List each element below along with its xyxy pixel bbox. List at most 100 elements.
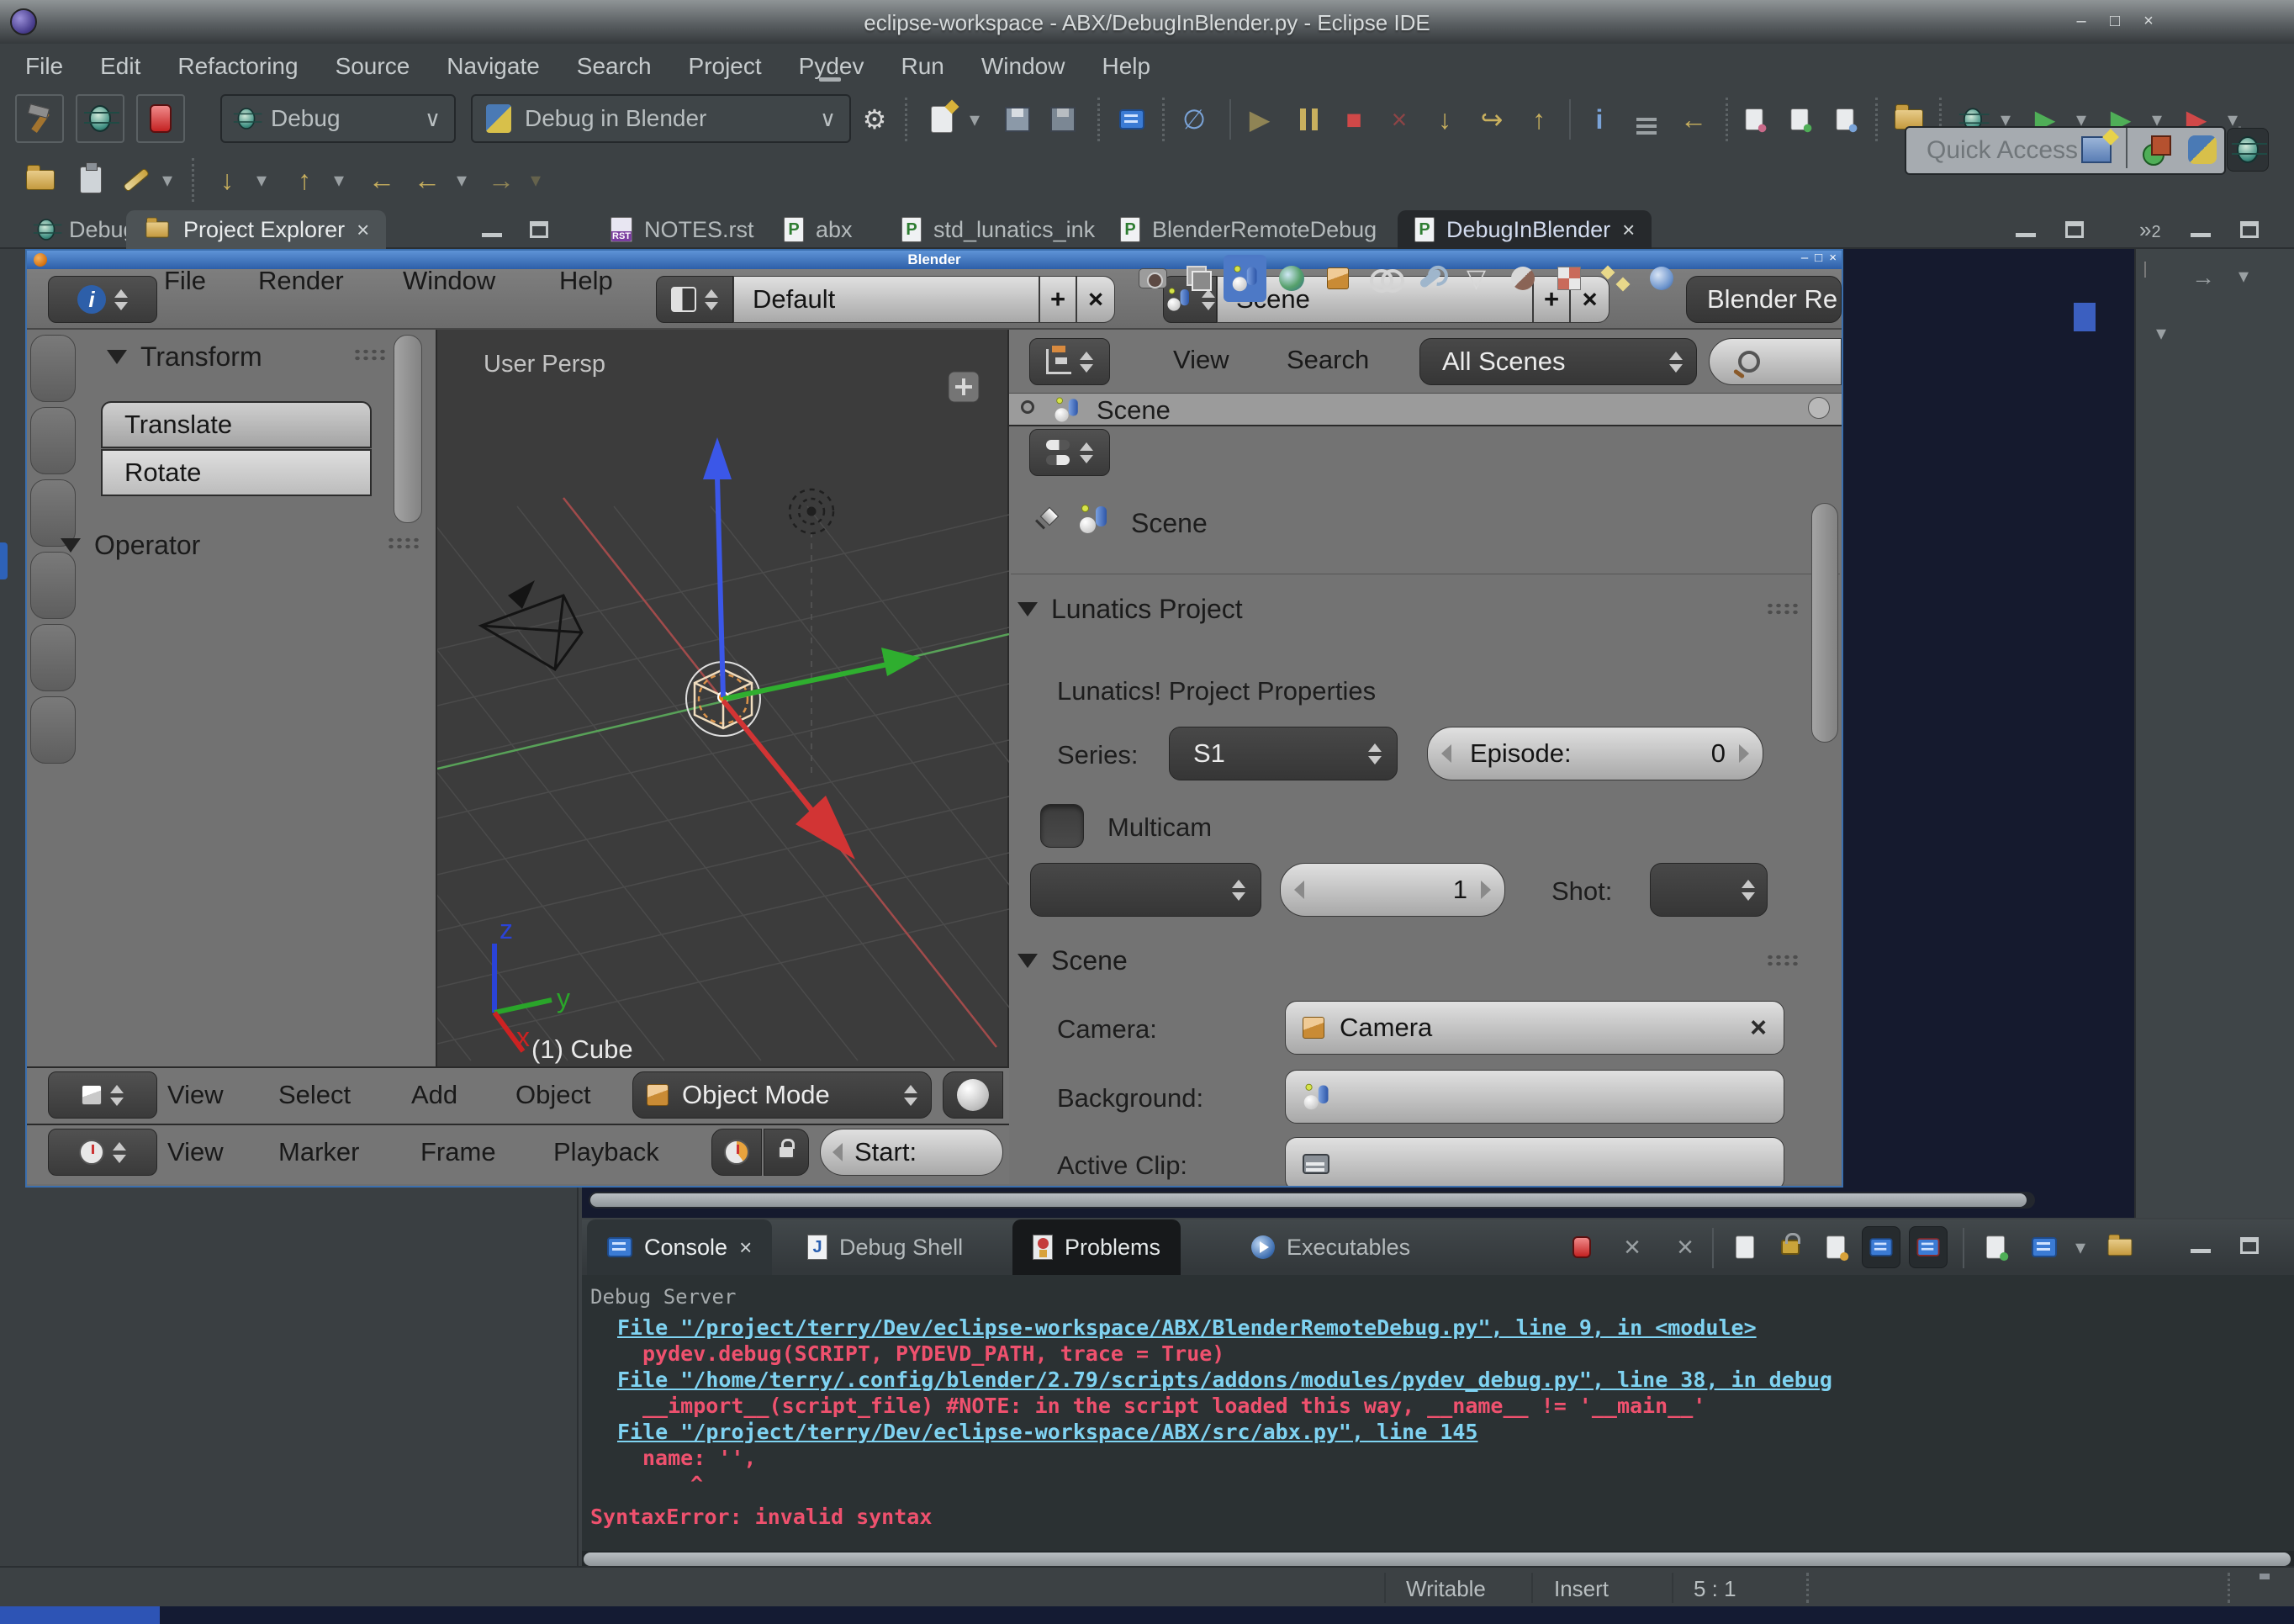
add-layout-button[interactable]: + (1039, 276, 1076, 323)
open-folder-console-button[interactable] (2101, 1226, 2139, 1268)
shelf-tab[interactable] (30, 407, 76, 474)
editor-horizontal-scrollbar[interactable] (589, 1192, 2035, 1209)
outliner-item-scene[interactable]: Scene (1097, 395, 1171, 425)
editor-type-selector[interactable]: i (48, 276, 157, 323)
rotate-button[interactable]: Rotate (101, 449, 372, 496)
collapse-icon[interactable] (1021, 400, 1034, 414)
terminate-button[interactable] (136, 94, 185, 143)
gear-icon[interactable]: ⚙ (854, 98, 895, 141)
timeline-menu-playback[interactable]: Playback (553, 1137, 659, 1167)
open-console-button[interactable] (1112, 98, 1152, 141)
multicam-checkbox[interactable] (1040, 804, 1084, 848)
shelf-tab[interactable] (30, 335, 76, 402)
tab-texture[interactable] (1547, 255, 1590, 302)
open-perspective-button[interactable] (2075, 128, 2117, 172)
block-number-field[interactable]: 1 (1280, 863, 1505, 917)
lock-time-cursor-toggle[interactable] (764, 1129, 809, 1176)
tab-std-lunatics-ink[interactable]: P std_lunatics_ink (885, 210, 1112, 249)
open-console-button[interactable] (2025, 1226, 2064, 1268)
show-frames-button[interactable] (1626, 98, 1667, 141)
timeline-menu-marker[interactable]: Marker (278, 1137, 359, 1167)
tab-physics[interactable] (1640, 255, 1683, 302)
camera-object[interactable] (481, 580, 582, 669)
outliner-display-filter[interactable]: All Scenes (1419, 338, 1697, 385)
maximize-right-pane-button[interactable] (2235, 217, 2264, 242)
step-filter-2-button[interactable] (1779, 98, 1820, 141)
tab-problems[interactable]: Problems (1012, 1219, 1181, 1275)
menu-window[interactable]: Window (963, 53, 1084, 80)
render-engine-selector[interactable]: Blender Re (1686, 276, 1842, 323)
decrement-arrow-icon[interactable] (1441, 744, 1451, 763)
shelf-tab[interactable] (30, 552, 76, 619)
tab-notes-rst[interactable]: RST NOTES.rst (594, 210, 771, 249)
viewport-shading-selector[interactable] (943, 1071, 1003, 1119)
tab-debug-in-blender[interactable]: P DebugInBlender × (1398, 210, 1652, 249)
outliner-search-field[interactable] (1709, 338, 1842, 385)
camera-field[interactable]: Camera × (1285, 1001, 1784, 1055)
lunatics-project-panel-header[interactable]: Lunatics Project (1018, 594, 1243, 625)
viewport-menu-view[interactable]: View (167, 1080, 224, 1110)
tab-blender-remote-debug[interactable]: P BlenderRemoteDebug (1103, 210, 1393, 249)
close-icon[interactable]: × (357, 217, 369, 243)
viewport-menu-select[interactable]: Select (278, 1080, 351, 1110)
skip-all-breakpoints-button[interactable]: ∅ (1174, 98, 1214, 141)
tab-executables[interactable]: Executables (1231, 1219, 1430, 1275)
close-window-button[interactable]: × (1829, 251, 1837, 265)
scrollbar-thumb[interactable] (590, 1193, 2027, 1207)
scrollbar-thumb[interactable] (584, 1553, 2291, 1566)
tab-debug-shell[interactable]: J Debug Shell (787, 1219, 983, 1275)
blender-menu-help[interactable]: Help (559, 266, 613, 296)
launch-configuration-combo[interactable]: Debug in Blender ∨ (471, 94, 851, 143)
properties-scrollbar[interactable] (1811, 503, 1838, 743)
tab-scene[interactable] (1224, 255, 1266, 302)
menu-run[interactable]: Run (883, 53, 963, 80)
minimize-console-button[interactable] (2186, 1233, 2215, 1258)
tab-project-explorer[interactable]: Project Explorer × (126, 210, 386, 249)
interaction-mode-selector[interactable]: Object Mode (632, 1071, 932, 1119)
mark-occurrences-button[interactable] (116, 158, 156, 202)
panel-drag-dots[interactable] (353, 348, 388, 362)
menu-project[interactable]: Project (670, 53, 780, 80)
outliner-editor-selector[interactable] (1029, 338, 1110, 385)
minimize-window-button[interactable]: – (1801, 251, 1808, 265)
back-button[interactable]: ← (407, 158, 447, 202)
step-filter-1-button[interactable] (1734, 98, 1774, 141)
panel-drag-dots[interactable] (1766, 602, 1801, 616)
layout-name-field[interactable]: Default (733, 276, 1039, 323)
back-dropdown[interactable]: ▾ (451, 158, 473, 202)
sort-button[interactable]: → (2191, 264, 2215, 291)
menu-source[interactable]: Source (317, 53, 429, 80)
traceback-link[interactable]: File "/project/terry/Dev/eclipse-workspa… (590, 1315, 1832, 1341)
console-horizontal-scrollbar[interactable] (582, 1551, 2294, 1566)
current-frame-toggle[interactable] (711, 1129, 762, 1176)
step-return-button[interactable]: ↑ (1519, 98, 1559, 141)
step-into-button[interactable]: ↓ (1424, 98, 1465, 141)
close-window-button[interactable]: × (2138, 12, 2159, 30)
blender-menu-window[interactable]: Window (403, 266, 495, 296)
maximize-window-button[interactable]: □ (2104, 12, 2126, 30)
background-field[interactable] (1285, 1070, 1784, 1124)
next-annotation-button[interactable]: ↓ (207, 158, 247, 202)
menu-refactoring[interactable]: Refactoring (159, 53, 316, 80)
active-clip-field[interactable] (1285, 1137, 1784, 1188)
menu-help[interactable]: Help (1083, 53, 1169, 80)
view-menu-button[interactable]: ▾ (2238, 264, 2249, 288)
pin-icon[interactable] (1033, 508, 1058, 533)
region-expand-button[interactable] (949, 372, 979, 402)
new-wizard-button[interactable] (922, 98, 962, 141)
clear-camera-button[interactable]: × (1750, 1012, 1767, 1045)
terminate-debug-button[interactable]: ■ (1334, 98, 1374, 141)
paste-button[interactable] (71, 158, 111, 202)
tab-material[interactable] (1501, 255, 1544, 302)
stacked-editors-indicator[interactable]: »2 (2139, 217, 2161, 243)
transform-manipulator[interactable] (703, 437, 921, 860)
blender-menu-render[interactable]: Render (258, 266, 344, 296)
tab-world[interactable] (1270, 255, 1313, 302)
outliner-menu-search[interactable]: Search (1287, 345, 1369, 375)
maximize-console-button[interactable] (2235, 1233, 2264, 1258)
pen-dropdown[interactable]: ▾ (156, 158, 178, 202)
viewport-menu-add[interactable]: Add (411, 1080, 457, 1110)
menu-search[interactable]: Search (558, 53, 670, 80)
clear-console-button[interactable] (1726, 1226, 1764, 1268)
disconnect-button[interactable]: × (1379, 98, 1419, 141)
